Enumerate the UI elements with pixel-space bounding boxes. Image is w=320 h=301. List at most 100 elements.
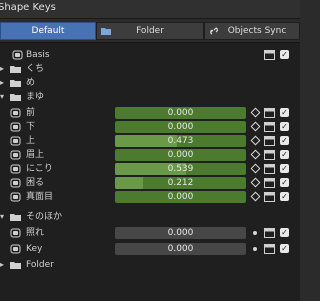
value-slider[interactable]: 0.000 bbox=[115, 107, 246, 119]
mute-checkbox[interactable]: ✓ bbox=[280, 228, 289, 237]
list-item-shape-key[interactable]: 困る 0.212 ✓ bbox=[0, 176, 300, 190]
tab-default[interactable]: Default bbox=[0, 22, 96, 40]
slider-value: 0.212 bbox=[167, 178, 194, 188]
tab-folder[interactable]: Folder bbox=[96, 22, 204, 40]
slider-value: 0.000 bbox=[167, 228, 194, 238]
edit-mode-icon[interactable] bbox=[264, 50, 275, 60]
shape-key-name: 下 bbox=[26, 122, 36, 132]
list-item-basis[interactable]: Basis ✓ bbox=[0, 48, 300, 62]
keyframe-icon[interactable] bbox=[250, 163, 261, 174]
shape-key-name: 照れ bbox=[26, 228, 45, 238]
shape-key-list: Basis ✓ ▸ くち ▸ め ▾ まゆ 前 0.000 ✓ 下 0.000 … bbox=[0, 42, 300, 301]
keyframe-icon[interactable] bbox=[250, 191, 261, 202]
shape-key-name: 上 bbox=[26, 136, 36, 146]
slider-value: 0.473 bbox=[167, 136, 194, 146]
edit-mode-icon[interactable] bbox=[264, 108, 275, 118]
folder-name: Folder bbox=[26, 260, 54, 270]
shape-key-icon bbox=[10, 136, 21, 146]
shape-key-icon bbox=[10, 122, 21, 132]
value-slider[interactable]: 0.212 bbox=[115, 177, 246, 189]
shape-key-icon bbox=[10, 164, 21, 174]
keyframe-icon[interactable] bbox=[250, 107, 261, 118]
folder-icon bbox=[10, 262, 21, 269]
shape-key-name: 眉上 bbox=[26, 150, 45, 160]
edit-mode-icon[interactable] bbox=[264, 192, 275, 202]
list-item-folder[interactable]: ▸ Folder bbox=[0, 258, 300, 272]
value-slider[interactable]: 0.473 bbox=[115, 135, 246, 147]
folder-icon bbox=[10, 66, 21, 73]
mute-checkbox[interactable]: ✓ bbox=[280, 108, 289, 117]
edit-mode-icon[interactable] bbox=[264, 178, 275, 188]
keyframe-icon[interactable] bbox=[250, 149, 261, 160]
value-slider[interactable]: 0.000 bbox=[115, 149, 246, 161]
list-item-folder[interactable]: ▸ くち bbox=[0, 62, 300, 76]
edit-mode-icon[interactable] bbox=[264, 150, 275, 160]
list-item-folder[interactable]: ▾ まゆ bbox=[0, 90, 300, 104]
edit-mode-icon[interactable] bbox=[264, 136, 275, 146]
shape-key-icon bbox=[10, 178, 21, 188]
shape-key-name: 困る bbox=[26, 178, 45, 188]
mute-checkbox[interactable]: ✓ bbox=[280, 244, 289, 253]
panel-header[interactable]: Shape Keys bbox=[0, 0, 300, 19]
keyframe-icon[interactable] bbox=[250, 177, 261, 188]
folder-open-icon bbox=[10, 94, 21, 101]
value-slider[interactable]: 0.000 bbox=[115, 191, 246, 203]
list-item-shape-key[interactable]: 眉上 0.000 ✓ bbox=[0, 148, 300, 162]
shape-key-name: Key bbox=[26, 244, 43, 254]
tab-default-label: Default bbox=[31, 26, 65, 36]
keyframe-icon[interactable] bbox=[250, 135, 261, 146]
tab-objects-sync[interactable]: Objects Sync bbox=[204, 22, 300, 40]
mute-checkbox[interactable]: ✓ bbox=[280, 122, 289, 131]
edit-mode-icon[interactable] bbox=[264, 164, 275, 174]
keyframe-dot-icon[interactable] bbox=[253, 247, 257, 251]
shape-key-icon bbox=[10, 244, 21, 254]
edit-mode-icon[interactable] bbox=[264, 228, 275, 238]
mute-checkbox[interactable]: ✓ bbox=[280, 192, 289, 201]
mute-checkbox[interactable]: ✓ bbox=[280, 178, 289, 187]
list-item-shape-key[interactable]: 照れ 0.000 ✓ bbox=[0, 226, 300, 240]
tab-folder-label: Folder bbox=[136, 26, 164, 36]
value-slider[interactable]: 0.000 bbox=[115, 121, 246, 133]
list-item-folder[interactable]: ▾ そのほか bbox=[0, 210, 300, 224]
shape-key-icon bbox=[12, 50, 23, 60]
shape-key-icon bbox=[10, 108, 21, 118]
folder-icon bbox=[101, 28, 111, 35]
shape-key-name: Basis bbox=[26, 50, 50, 60]
list-item-shape-key[interactable]: 上 0.473 ✓ bbox=[0, 134, 300, 148]
value-slider[interactable]: 0.000 bbox=[115, 243, 246, 255]
chevron-down-icon[interactable]: ▾ bbox=[0, 90, 4, 104]
chevron-right-icon[interactable]: ▸ bbox=[0, 258, 4, 272]
mute-checkbox[interactable]: ✓ bbox=[280, 164, 289, 173]
mute-checkbox[interactable]: ✓ bbox=[280, 136, 289, 145]
list-item-shape-key[interactable]: 前 0.000 ✓ bbox=[0, 106, 300, 120]
mute-checkbox[interactable]: ✓ bbox=[280, 150, 289, 159]
list-item-shape-key[interactable]: 真面目 0.000 ✓ bbox=[0, 190, 300, 204]
shape-key-icon bbox=[10, 228, 21, 238]
slider-value: 0.000 bbox=[167, 244, 194, 254]
list-item-shape-key[interactable]: 下 0.000 ✓ bbox=[0, 120, 300, 134]
shape-key-icon bbox=[10, 192, 21, 202]
chevron-right-icon[interactable]: ▸ bbox=[0, 76, 4, 90]
chevron-down-icon[interactable]: ▾ bbox=[0, 210, 4, 224]
folder-name: まゆ bbox=[26, 92, 45, 102]
tab-objects-sync-label: Objects Sync bbox=[227, 26, 287, 36]
tab-bar: Default Folder Objects Sync bbox=[0, 22, 300, 40]
slider-value: 0.000 bbox=[167, 108, 194, 118]
folder-name: め bbox=[26, 78, 36, 88]
value-slider[interactable]: 0.000 bbox=[115, 227, 246, 239]
shape-key-name: 真面目 bbox=[26, 192, 54, 202]
folder-open-icon bbox=[10, 214, 21, 221]
list-item-shape-key[interactable]: Key 0.000 ✓ bbox=[0, 242, 300, 256]
shape-key-name: 前 bbox=[26, 108, 36, 118]
edit-mode-icon[interactable] bbox=[264, 244, 275, 254]
keyframe-dot-icon[interactable] bbox=[253, 231, 257, 235]
mute-checkbox[interactable]: ✓ bbox=[280, 50, 289, 59]
chevron-right-icon[interactable]: ▸ bbox=[0, 62, 4, 76]
shape-key-icon bbox=[10, 150, 21, 160]
list-item-folder[interactable]: ▸ め bbox=[0, 76, 300, 90]
value-slider[interactable]: 0.539 bbox=[115, 163, 246, 175]
list-item-shape-key[interactable]: にこり 0.539 ✓ bbox=[0, 162, 300, 176]
keyframe-icon[interactable] bbox=[250, 121, 261, 132]
edit-mode-icon[interactable] bbox=[264, 122, 275, 132]
slider-value: 0.000 bbox=[167, 192, 194, 202]
